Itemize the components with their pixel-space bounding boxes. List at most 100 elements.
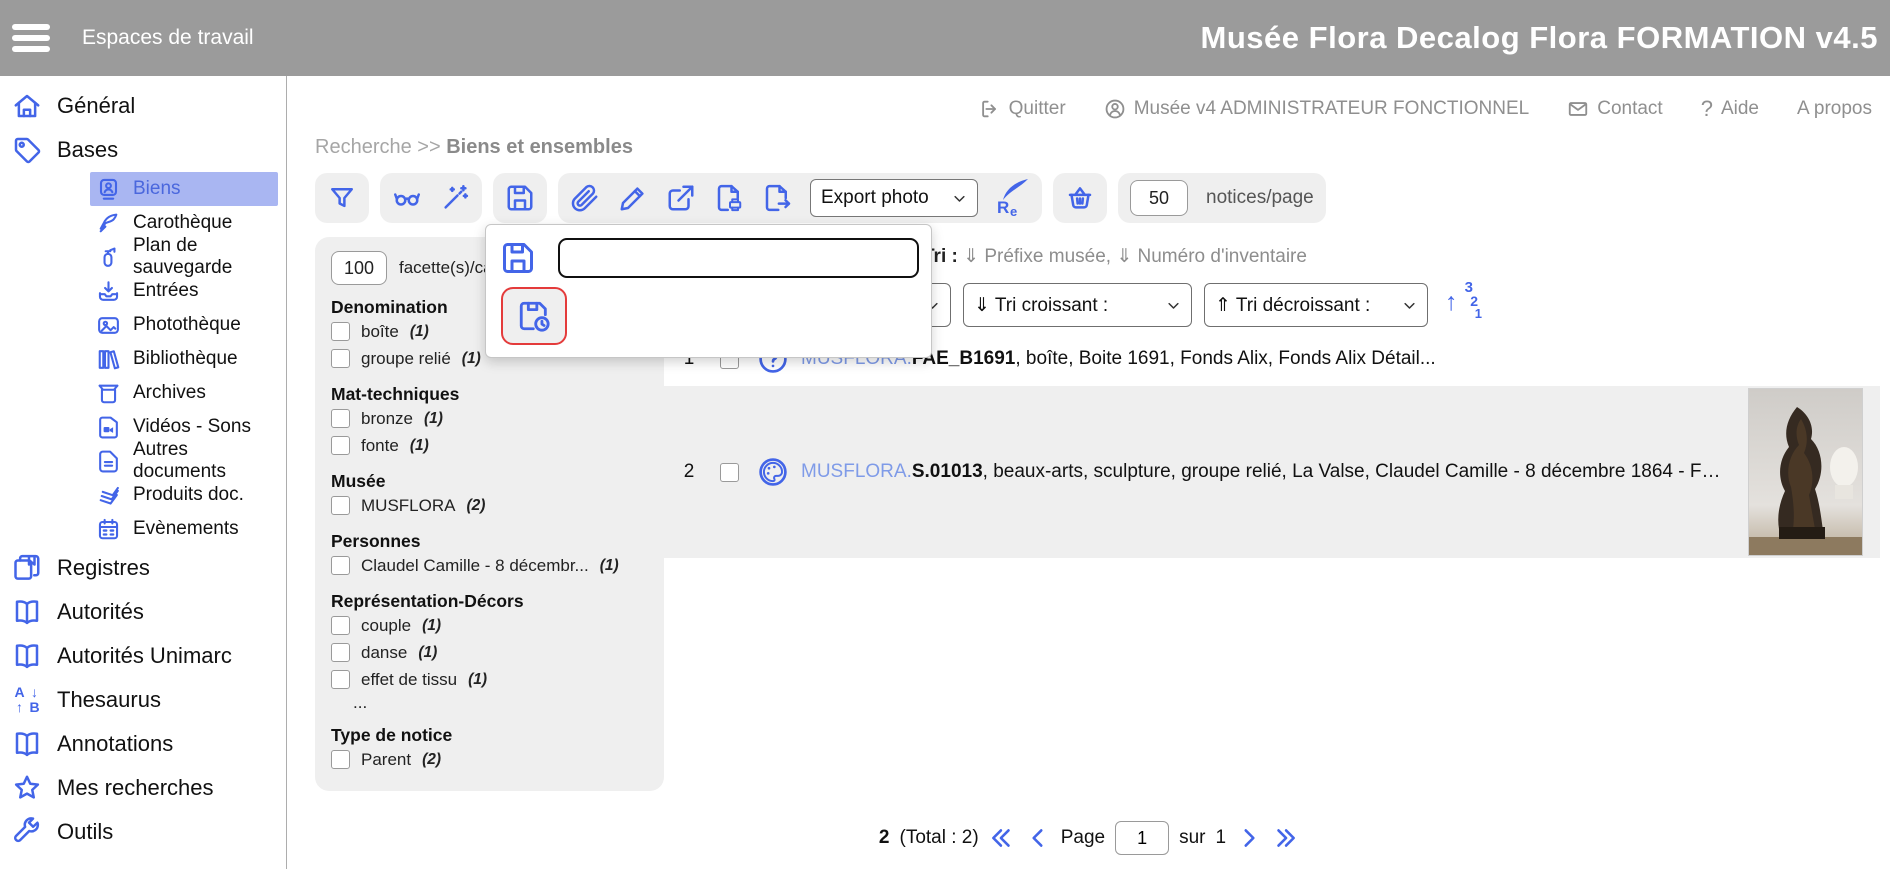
first-page-icon[interactable]	[989, 825, 1015, 851]
help-link[interactable]: ? Aide	[1701, 96, 1759, 122]
save-search-button[interactable]	[493, 173, 547, 223]
sidebar-item-phototheque[interactable]: Photothèque	[90, 308, 278, 342]
sidebar-item-autorites-unimarc[interactable]: Autorités Unimarc	[0, 634, 286, 678]
sidebar-item-registres[interactable]: Registres	[0, 546, 286, 590]
top-bar: Espaces de travail Musée Flora Decalog F…	[0, 0, 1890, 76]
sidebar-item-plan-de-sauvegarde[interactable]: Plan de sauvegarde	[90, 235, 278, 278]
sidebar-item-autorites[interactable]: Autorités	[0, 590, 286, 634]
basket-button[interactable]	[1053, 173, 1107, 223]
facet-checkbox[interactable]	[331, 670, 350, 689]
facet-more-link[interactable]: ...	[331, 693, 654, 713]
sort-ascending-select[interactable]: ⇓ Tri croissant :	[963, 283, 1192, 327]
sort-descending-select[interactable]: ⇑ Tri décroissant :	[1204, 283, 1428, 327]
facet-item[interactable]: MUSFLORA (2)	[331, 492, 654, 519]
about-link[interactable]: A propos	[1797, 98, 1872, 120]
facet-checkbox[interactable]	[331, 556, 350, 575]
image-icon	[96, 313, 121, 338]
open-book-icon	[12, 729, 42, 759]
sort-info: Tri : ⇓ Préfixe musée, ⇓ Numéro d'invent…	[923, 246, 1307, 267]
page-input[interactable]	[1115, 821, 1170, 855]
exit-icon	[979, 98, 1001, 120]
home-icon	[12, 91, 42, 121]
inbox-download-icon	[96, 279, 121, 304]
row-checkbox[interactable]	[720, 462, 739, 482]
registers-icon	[12, 553, 42, 583]
facet-checkbox[interactable]	[331, 409, 350, 428]
record-tools-group: Export photo R e	[558, 173, 1042, 223]
facet-item[interactable]: danse (1)	[331, 639, 654, 666]
calendar-icon	[96, 517, 121, 542]
facet-checkbox[interactable]	[331, 322, 350, 341]
quill-icon	[96, 211, 121, 236]
sidebar-item-outils[interactable]: Outils	[0, 810, 286, 854]
notices-per-page-label: notices/page	[1206, 187, 1314, 208]
next-page-icon[interactable]	[1236, 825, 1262, 851]
facet-count-input[interactable]	[331, 251, 387, 285]
last-page-icon[interactable]	[1272, 825, 1298, 851]
sidebar-item-bibliotheque[interactable]: Bibliothèque	[90, 342, 278, 376]
result-row[interactable]: 2 MUSFLORA.S.01013, beaux-arts, sculptur…	[664, 386, 1880, 558]
save-scheduled-button-highlighted[interactable]	[501, 287, 567, 345]
sidebar-item-entrees[interactable]: Entrées	[90, 274, 278, 308]
sidebar-item-mes-recherches[interactable]: Mes recherches	[0, 766, 286, 810]
workspace-label[interactable]: Espaces de travail	[82, 26, 254, 50]
sidebar-item-annotations[interactable]: Annotations	[0, 722, 286, 766]
facet-item[interactable]: Claudel Camille - 8 décembr... (1)	[331, 552, 654, 579]
facet-checkbox[interactable]	[331, 643, 350, 662]
paperclip-icon[interactable]	[570, 183, 600, 213]
sidebar-item-evenements[interactable]: Evènements	[90, 512, 278, 546]
row-text: MUSFLORA.S.01013, beaux-arts, sculpture,…	[801, 461, 1721, 482]
paper-stack-icon	[96, 483, 121, 508]
sidebar-item-archives[interactable]: Archives	[90, 376, 278, 410]
facet-item[interactable]: couple (1)	[331, 612, 654, 639]
facet-checkbox[interactable]	[331, 616, 350, 635]
export-photo-select[interactable]: Export photo	[810, 179, 978, 217]
palette-icon[interactable]	[757, 456, 789, 488]
print-document-icon[interactable]	[714, 183, 744, 213]
chevron-down-icon	[952, 191, 967, 206]
magic-wand-icon[interactable]	[440, 183, 470, 213]
envelope-icon	[1567, 98, 1589, 120]
save-search-dropdown	[485, 224, 932, 358]
open-box-icon	[96, 381, 121, 406]
glasses-icon[interactable]	[392, 183, 422, 213]
contact-link[interactable]: Contact	[1567, 98, 1663, 120]
breadcrumb-current: Biens et ensembles	[446, 136, 633, 158]
r-feather-icon[interactable]: R e	[996, 180, 1030, 219]
facet-item[interactable]: Parent (2)	[331, 746, 654, 773]
facet-checkbox[interactable]	[331, 349, 350, 368]
document-icon	[96, 449, 121, 474]
page-label: Page	[1060, 827, 1106, 848]
sidebar-item-produits-doc[interactable]: Produits doc.	[90, 478, 278, 512]
facet-checkbox[interactable]	[331, 496, 350, 515]
facet-item[interactable]: bronze (1)	[331, 405, 654, 432]
export-document-icon[interactable]	[762, 183, 792, 213]
sidebar-item-autres-documents[interactable]: Autres documents	[90, 439, 278, 482]
view-tools-group	[380, 173, 482, 223]
facet-item[interactable]: effet de tissu (1)	[331, 666, 654, 693]
record-link[interactable]: MUSFLORA.	[801, 461, 912, 482]
result-thumbnail[interactable]	[1749, 389, 1862, 555]
numeric-sort-icon[interactable]: ↑ 3 2 1	[1442, 279, 1482, 328]
result-count: 2	[878, 827, 890, 848]
sidebar-item-general[interactable]: Général	[0, 84, 286, 128]
facet-group-title: Personnes	[331, 531, 421, 551]
pencil-edit-icon[interactable]	[618, 183, 648, 213]
notices-per-page-input[interactable]	[1130, 180, 1188, 216]
filter-button[interactable]	[315, 173, 369, 223]
previous-page-icon[interactable]	[1025, 825, 1051, 851]
page-of-label: sur	[1179, 827, 1206, 848]
facet-checkbox[interactable]	[331, 750, 350, 769]
sidebar-item-thesaurus[interactable]: A ↓ ↑ B Thesaurus	[0, 678, 286, 722]
quit-link[interactable]: Quitter	[979, 98, 1066, 120]
facet-item[interactable]: fonte (1)	[331, 432, 654, 459]
hamburger-menu-icon[interactable]	[12, 19, 50, 57]
save-name-input[interactable]	[557, 237, 920, 279]
question-mark-icon: ?	[1700, 96, 1713, 121]
sidebar-item-bases[interactable]: Bases	[0, 128, 286, 172]
floppy-save-icon[interactable]	[500, 240, 536, 276]
account-menu[interactable]: Musée v4 ADMINISTRATEUR FONCTIONNEL	[1104, 98, 1529, 120]
sidebar-item-biens[interactable]: Biens	[90, 172, 278, 206]
external-link-icon[interactable]	[666, 183, 696, 213]
facet-checkbox[interactable]	[331, 436, 350, 455]
